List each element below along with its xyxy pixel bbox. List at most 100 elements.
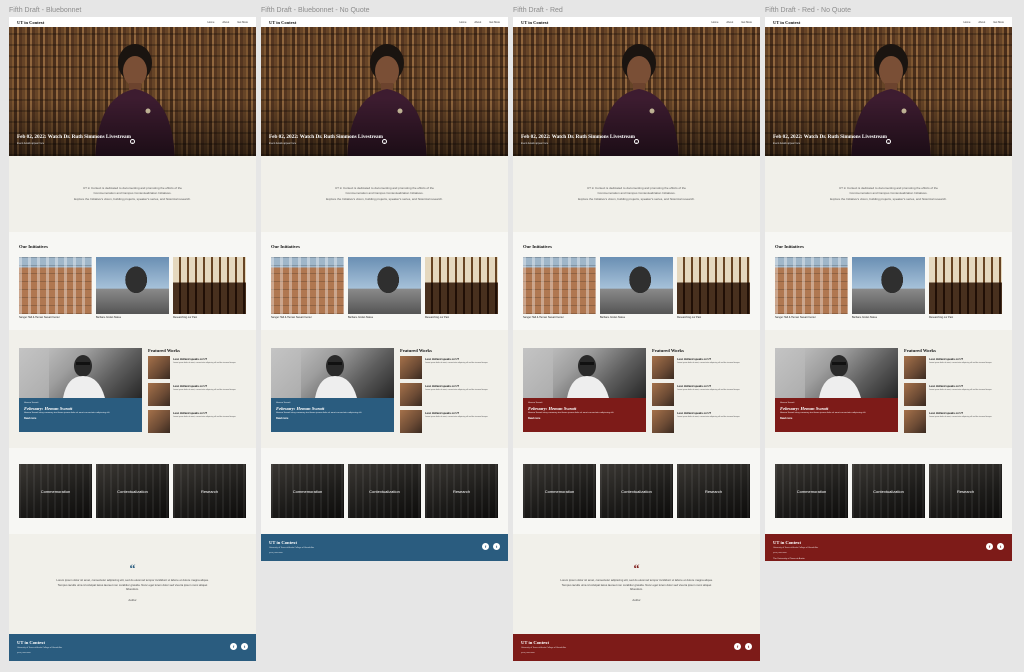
facebook-icon[interactable]: f — [986, 543, 993, 550]
arrow-right-icon[interactable]: › — [382, 139, 387, 144]
nav-link-home[interactable]: Home — [711, 21, 718, 24]
quote-section: “ Lorem ipsum dolor sit amet, consectetu… — [513, 534, 760, 634]
initiative-card[interactable]: Barbara Jordan Statue — [348, 257, 421, 319]
site-brand[interactable]: UT in Context — [521, 20, 548, 25]
featured-item[interactable]: Leon Holland speaks on UT Lorem ipsum do… — [904, 410, 1004, 433]
category-research[interactable]: Research — [677, 464, 750, 518]
read-more-link[interactable]: Read more — [528, 417, 641, 420]
mission-line-3: Explore the Initiative's vision, buildin… — [74, 196, 191, 201]
initiative-card[interactable]: Sanger Hall & Heman Sweatt Center — [523, 257, 596, 319]
category-commemoration[interactable]: Commemoration — [271, 464, 344, 518]
category-contextualization[interactable]: Contextualization — [348, 464, 421, 518]
category-research[interactable]: Research — [173, 464, 246, 518]
category-research[interactable]: Research — [425, 464, 498, 518]
featured-main-card[interactable]: Heman Sweatt February: Heman Sweatt Hema… — [775, 348, 898, 432]
read-more-link[interactable]: Read more — [780, 417, 893, 420]
initiative-card[interactable]: Researching our Past — [929, 257, 1002, 319]
twitter-icon[interactable]: t — [997, 543, 1004, 550]
featured-title[interactable]: February: Heman Sweatt — [528, 406, 641, 411]
nav-link-get-more[interactable]: Get More — [993, 21, 1004, 24]
site-brand[interactable]: UT in Context — [269, 20, 296, 25]
arrow-right-icon[interactable]: › — [886, 139, 891, 144]
category-commemoration[interactable]: Commemoration — [19, 464, 92, 518]
nav-link-home[interactable]: Home — [459, 21, 466, 24]
twitter-icon[interactable]: t — [745, 643, 752, 650]
featured-works-title: Featured Works — [148, 348, 180, 353]
category-contextualization[interactable]: Contextualization — [852, 464, 925, 518]
nav-link-about[interactable]: About — [474, 21, 481, 24]
arrow-right-icon[interactable]: › — [634, 139, 639, 144]
featured-main-card[interactable]: Heman Sweatt February: Heman Sweatt Hema… — [19, 348, 142, 432]
nav-link-about[interactable]: About — [978, 21, 985, 24]
featured-item-desc: Lorem ipsum dolor sit amet, consectetur … — [425, 362, 488, 364]
footer-brand[interactable]: UT in Context — [269, 540, 500, 545]
nav-link-about[interactable]: About — [222, 21, 229, 24]
category-contextualization[interactable]: Contextualization — [600, 464, 673, 518]
featured-item[interactable]: Leon Holland speaks on UT Lorem ipsum do… — [652, 383, 752, 406]
nav-link-get-more[interactable]: Get More — [237, 21, 248, 24]
initiative-card[interactable]: Researching our Past — [173, 257, 246, 319]
category-research[interactable]: Research — [929, 464, 1002, 518]
initiative-card[interactable]: Researching our Past — [425, 257, 498, 319]
twitter-icon[interactable]: t — [241, 643, 248, 650]
read-more-link[interactable]: Read more — [276, 417, 389, 420]
category-contextualization[interactable]: Contextualization — [96, 464, 169, 518]
footer-brand[interactable]: UT in Context — [17, 640, 248, 645]
initiative-caption: Barbara Jordan Statue — [348, 316, 374, 319]
featured-main-card[interactable]: Heman Sweatt February: Heman Sweatt Hema… — [271, 348, 394, 432]
category-commemoration[interactable]: Commemoration — [523, 464, 596, 518]
facebook-icon[interactable]: f — [734, 643, 741, 650]
site-brand[interactable]: UT in Context — [17, 20, 44, 25]
hero[interactable]: Feb 02, 2022: Watch Dr. Ruth Simmons Liv… — [765, 27, 1012, 156]
hero-title[interactable]: Feb 02, 2022: Watch Dr. Ruth Simmons Liv… — [521, 134, 635, 140]
hero-subtitle: Event details appear here — [773, 142, 801, 145]
initiative-card[interactable]: Barbara Jordan Statue — [852, 257, 925, 319]
nav-link-home[interactable]: Home — [963, 21, 970, 24]
nav-links: Home About Get More — [963, 21, 1004, 24]
nav-link-get-more[interactable]: Get More — [741, 21, 752, 24]
featured-item[interactable]: Leon Holland speaks on UT Lorem ipsum do… — [652, 356, 752, 379]
reading-room-image — [929, 257, 1002, 314]
hero[interactable]: Feb 02, 2022: Watch Dr. Ruth Simmons Liv… — [261, 27, 508, 156]
hero-title[interactable]: Feb 02, 2022: Watch Dr. Ruth Simmons Liv… — [773, 134, 887, 140]
nav-link-home[interactable]: Home — [207, 21, 214, 24]
arrow-right-icon[interactable]: › — [130, 139, 135, 144]
featured-item[interactable]: Leon Holland speaks on UT Lorem ipsum do… — [652, 410, 752, 433]
featured-item[interactable]: Leon Holland speaks on UT Lorem ipsum do… — [904, 356, 1004, 379]
footer-brand[interactable]: UT in Context — [773, 540, 1004, 545]
hero-title[interactable]: Feb 02, 2022: Watch Dr. Ruth Simmons Liv… — [17, 134, 131, 140]
featured-main-card[interactable]: Heman Sweatt February: Heman Sweatt Hema… — [523, 348, 646, 432]
quote-mark-icon: “ — [129, 561, 136, 575]
featured-title[interactable]: February: Heman Sweatt — [24, 406, 137, 411]
featured-item[interactable]: Leon Holland speaks on UT Lorem ipsum do… — [148, 356, 248, 379]
hero[interactable]: Feb 02, 2022: Watch Dr. Ruth Simmons Liv… — [9, 27, 256, 156]
initiative-card[interactable]: Barbara Jordan Statue — [600, 257, 673, 319]
featured-item[interactable]: Leon Holland speaks on UT Lorem ipsum do… — [148, 383, 248, 406]
featured-title[interactable]: February: Heman Sweatt — [276, 406, 389, 411]
footer-brand[interactable]: UT in Context — [521, 640, 752, 645]
category-commemoration[interactable]: Commemoration — [775, 464, 848, 518]
facebook-icon[interactable]: f — [230, 643, 237, 650]
facebook-icon[interactable]: f — [482, 543, 489, 550]
site-footer: UT in Context University of Texas at Aus… — [513, 634, 760, 661]
twitter-icon[interactable]: t — [493, 543, 500, 550]
initiative-card[interactable]: Barbara Jordan Statue — [96, 257, 169, 319]
initiative-card[interactable]: Sanger Hall & Heman Sweatt Center — [271, 257, 344, 319]
featured-thumbnail — [904, 383, 926, 406]
read-more-link[interactable]: Read more — [24, 417, 137, 420]
nav-link-about[interactable]: About — [726, 21, 733, 24]
initiative-card[interactable]: Sanger Hall & Heman Sweatt Center — [19, 257, 92, 319]
reading-room-image — [677, 257, 750, 314]
hero[interactable]: Feb 02, 2022: Watch Dr. Ruth Simmons Liv… — [513, 27, 760, 156]
initiative-card[interactable]: Researching our Past — [677, 257, 750, 319]
site-brand[interactable]: UT in Context — [773, 20, 800, 25]
featured-item[interactable]: Leon Holland speaks on UT Lorem ipsum do… — [400, 356, 500, 379]
hero-title[interactable]: Feb 02, 2022: Watch Dr. Ruth Simmons Liv… — [269, 134, 383, 140]
featured-item[interactable]: Leon Holland speaks on UT Lorem ipsum do… — [904, 383, 1004, 406]
featured-title[interactable]: February: Heman Sweatt — [780, 406, 893, 411]
nav-link-get-more[interactable]: Get More — [489, 21, 500, 24]
featured-item[interactable]: Leon Holland speaks on UT Lorem ipsum do… — [148, 410, 248, 433]
featured-item[interactable]: Leon Holland speaks on UT Lorem ipsum do… — [400, 383, 500, 406]
initiative-card[interactable]: Sanger Hall & Heman Sweatt Center — [775, 257, 848, 319]
featured-item[interactable]: Leon Holland speaks on UT Lorem ipsum do… — [400, 410, 500, 433]
